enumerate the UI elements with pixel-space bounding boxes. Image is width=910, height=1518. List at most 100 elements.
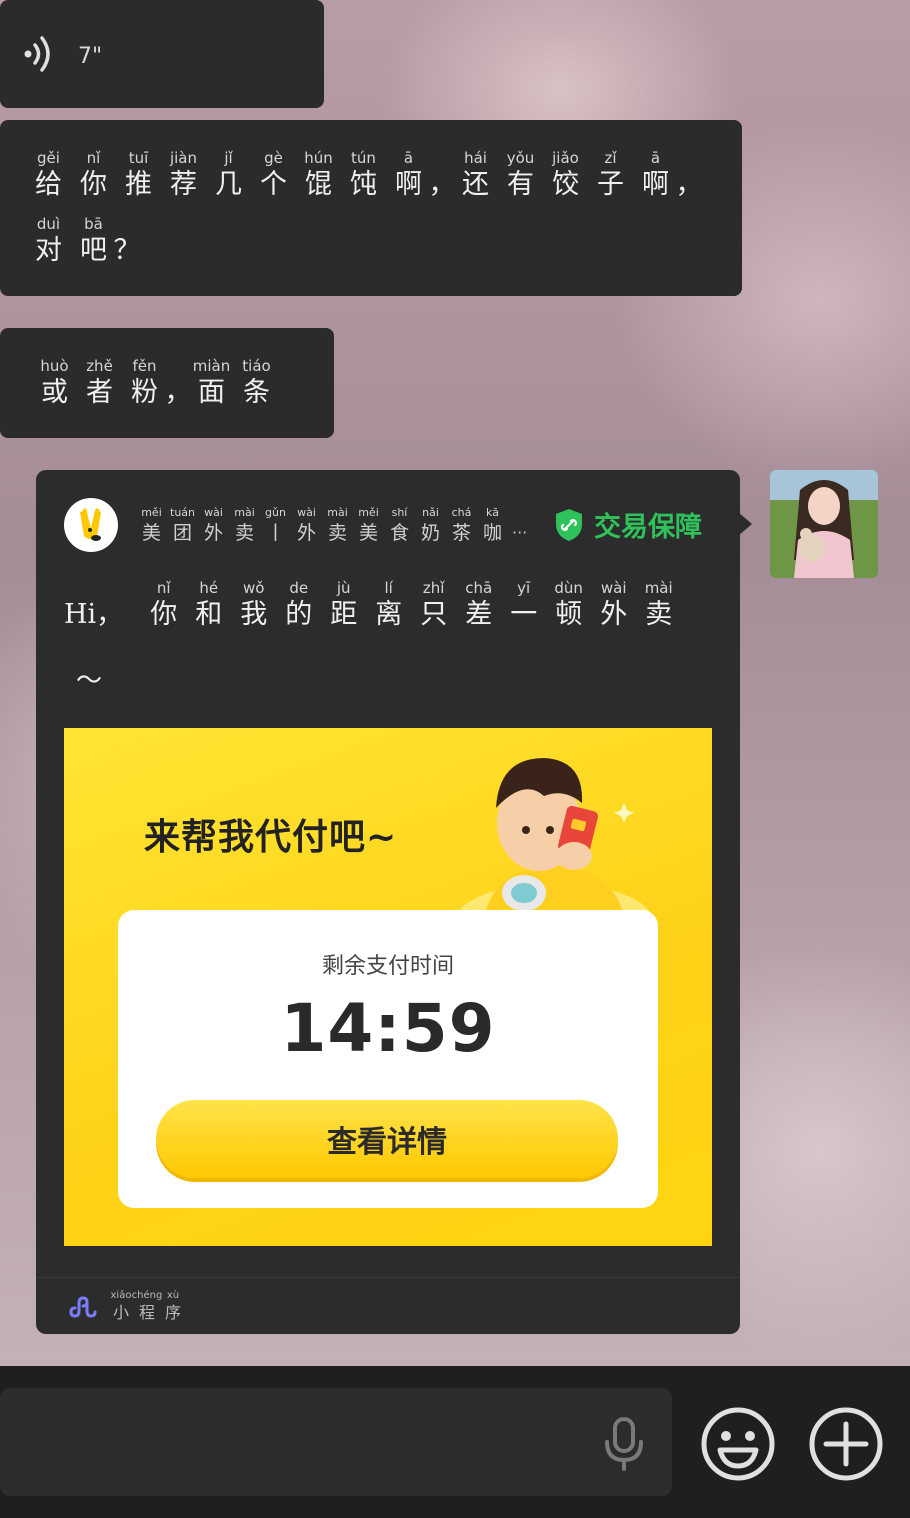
- hanzi: 还: [462, 169, 489, 200]
- hanzi: 条: [243, 377, 270, 408]
- hanzi: 茶: [451, 522, 471, 544]
- ruby-character: gè 个: [251, 148, 296, 202]
- pinyin: yǒu: [506, 149, 535, 167]
- pinyin: kā: [485, 506, 500, 519]
- ruby-character: shí 食: [384, 506, 415, 546]
- ruby-character: xiǎo 小: [108, 1290, 134, 1324]
- hanzi: 几: [215, 169, 242, 200]
- mini-program-title: měi 美 tuán 团 wài 外 mài 卖 gǔn 丨 wài 外 mài 卖 měi 美 shí 食 nǎi…: [136, 506, 527, 546]
- hanzi: 离: [375, 599, 403, 630]
- view-details-button[interactable]: 查看详情: [156, 1100, 618, 1178]
- pinyin: mài: [644, 579, 673, 597]
- message-line: huò 或 zhě 者 fěn 粉， miàn 面 tiáo 条: [32, 356, 279, 410]
- pinyin: měi: [358, 506, 379, 519]
- hanzi: 团: [172, 522, 192, 544]
- ruby-character: xù 序: [160, 1290, 186, 1324]
- pinyin: de: [289, 579, 309, 597]
- shield-link-icon: [556, 508, 582, 541]
- greeting-tilde: ～: [76, 666, 103, 696]
- ruby-character: měi 美: [353, 506, 384, 546]
- pinyin: lí: [384, 579, 393, 597]
- ruby-character: jù 距: [321, 578, 366, 632]
- ruby-character: hún 馄: [296, 148, 341, 202]
- pinyin: tún: [351, 149, 376, 167]
- text-message-bubble[interactable]: gěi 给 nǐ 你 tuī 推 jiàn 荐 jǐ 几 gè 个 hún 馄 tún 饨 ā 啊， hái 还 yǒu…: [0, 120, 742, 296]
- hanzi: 外: [203, 522, 223, 544]
- meituan-logo: [64, 498, 118, 552]
- ruby-character: wài 外: [591, 578, 636, 632]
- hanzi: 吧: [80, 235, 107, 266]
- ruby-character: zhě 者: [77, 356, 122, 410]
- ruby-character: hái 还: [453, 148, 498, 202]
- pinyin: mài: [327, 506, 348, 519]
- hanzi: 啊: [395, 169, 422, 200]
- hanzi: ？: [113, 235, 141, 266]
- hanzi: 或: [41, 377, 68, 408]
- character-illustration: [454, 758, 654, 918]
- greeting-lead: Hi，: [64, 599, 124, 630]
- trade-guarantee-label: 交易保障: [594, 512, 702, 543]
- ruby-character: chā 差: [456, 578, 501, 632]
- pinyin: xiǎo: [110, 1290, 132, 1301]
- pinyin: xù: [166, 1290, 180, 1301]
- ruby-character: zhǐ 只: [411, 578, 456, 632]
- pinyin: jù: [336, 579, 351, 597]
- pinyin: tuī: [128, 149, 149, 167]
- pinyin: hái: [464, 149, 487, 167]
- ruby-character: tuán 团: [167, 506, 198, 546]
- hanzi: 我: [240, 599, 268, 630]
- microphone-icon[interactable]: [600, 1416, 648, 1472]
- punctuation: ，: [428, 148, 456, 202]
- pinyin: hún: [304, 149, 333, 167]
- pay-request-image[interactable]: 来帮我代付吧~ 剩余支付时间 14:59 查看详情: [64, 728, 712, 1246]
- hanzi: 卖: [234, 522, 254, 544]
- ruby-character: yī 一: [501, 578, 546, 632]
- punctuation: ，: [165, 356, 192, 410]
- pinyin: dùn: [554, 579, 583, 597]
- ruby-character: chá 茶: [446, 506, 477, 546]
- pinyin: zǐ: [604, 149, 617, 167]
- pinyin: mài: [234, 506, 255, 519]
- countdown-timer: 14:59: [280, 990, 496, 1067]
- emoji-icon[interactable]: [700, 1406, 776, 1482]
- hanzi: 饨: [350, 169, 377, 200]
- pinyin: duì: [36, 215, 61, 233]
- hanzi: 面: [198, 377, 225, 408]
- ruby-character: wài 外: [291, 506, 322, 546]
- pinyin: chá: [451, 506, 472, 519]
- hanzi: 一: [510, 599, 538, 630]
- ruby-character: ā啊: [386, 148, 431, 202]
- countdown-panel: 剩余支付时间 14:59 查看详情: [118, 910, 658, 1208]
- pinyin: chéng: [131, 1290, 163, 1301]
- hanzi: 你: [80, 169, 107, 200]
- promo-title: 来帮我代付吧~: [144, 817, 398, 858]
- ruby-character: mài 卖: [636, 578, 681, 632]
- ruby-character: fěn 粉: [122, 356, 167, 410]
- punctuation: ，: [676, 148, 703, 202]
- ruby-character: nǎi 奶: [415, 506, 446, 546]
- message-input[interactable]: [0, 1388, 672, 1496]
- hanzi: 粉: [131, 377, 158, 408]
- pinyin: wài: [297, 506, 316, 519]
- hanzi: 卖: [327, 522, 347, 544]
- hanzi: 咖: [482, 522, 502, 544]
- card-tail: [738, 512, 752, 536]
- plus-icon[interactable]: [808, 1406, 884, 1482]
- card-divider: [36, 1277, 740, 1278]
- hanzi: 你: [150, 599, 178, 630]
- hanzi: 给: [35, 169, 62, 200]
- voice-message-bubble[interactable]: 7": [0, 0, 324, 108]
- ruby-character: mài 卖: [229, 506, 260, 546]
- pinyin: chā: [465, 579, 493, 597]
- mini-program-source: xiǎo 小 chéng 程 xù 序: [68, 1290, 186, 1324]
- hanzi: 顿: [555, 599, 583, 630]
- pinyin: yī: [517, 579, 531, 597]
- hanzi: 奶: [420, 522, 440, 544]
- pinyin: wǒ: [242, 579, 265, 597]
- hanzi: 者: [86, 377, 113, 408]
- text-message-bubble[interactable]: huò 或 zhě 者 fěn 粉， miàn 面 tiáo 条: [0, 328, 334, 438]
- pinyin: fěn: [132, 357, 157, 375]
- hanzi: ，: [428, 169, 456, 200]
- ruby-character: gěi 给: [26, 148, 71, 202]
- sender-avatar[interactable]: [770, 470, 878, 578]
